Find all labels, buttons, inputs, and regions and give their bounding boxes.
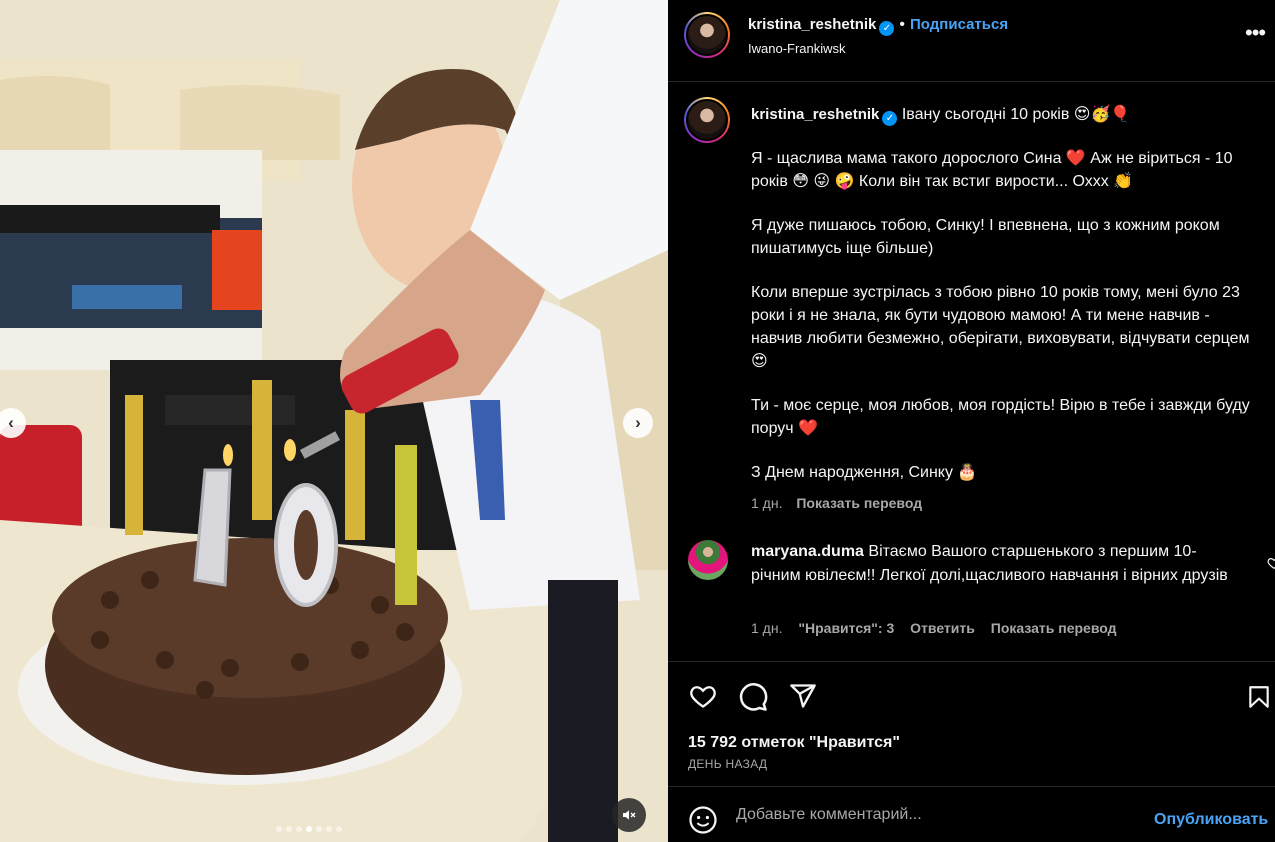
carousel-dot xyxy=(326,826,332,832)
share-icon[interactable] xyxy=(788,682,818,710)
mute-button[interactable] xyxy=(612,798,646,832)
post-header: kristina_reshetnik ✓ • Подписаться Iwano-Fr… xyxy=(668,0,1275,82)
heart-icon[interactable] xyxy=(688,682,718,710)
avatar[interactable] xyxy=(684,12,730,58)
carousel-dot xyxy=(336,826,342,832)
comment-meta: 1 дн. "Нравится": 3 Ответить Показать пе… xyxy=(751,620,1129,636)
comment-likes-count[interactable]: "Нравится": 3 xyxy=(798,620,894,636)
carousel-dot xyxy=(306,826,312,832)
bookmark-icon[interactable] xyxy=(1246,682,1272,712)
comments-scroll-area[interactable]: kristina_reshetnik ✓ Івану сьогодні 10 ро… xyxy=(668,83,1275,661)
comment-time[interactable]: 1 дн. xyxy=(751,620,782,636)
carousel-dots xyxy=(276,826,342,832)
caption-meta: 1 дн. Показать перевод xyxy=(751,492,1251,515)
caption: kristina_reshetnik ✓ Івану сьогодні 10 ро… xyxy=(751,103,1251,515)
post-media[interactable]: ‹ › xyxy=(0,0,668,842)
comment-input[interactable] xyxy=(736,799,1136,831)
likes-count[interactable]: 15 792 отметок "Нравится" xyxy=(688,734,900,752)
post-date[interactable]: ДЕНЬ НАЗАД xyxy=(688,757,767,771)
caption-paragraph: Коли вперше зустрілась з тобою рівно 10 … xyxy=(751,284,1250,370)
post-actions: 15 792 отметок "Нравится" ДЕНЬ НАЗАД xyxy=(668,661,1275,786)
carousel-dot xyxy=(316,826,322,832)
caption-paragraph: З Днем народження, Синку 🎂 xyxy=(751,464,978,481)
caption-paragraph: Я дуже пишаюсь тобою, Синку! І впевнена,… xyxy=(751,217,1220,257)
location-link[interactable]: Iwano-Frankiwsk xyxy=(748,41,846,56)
carousel-dot xyxy=(276,826,282,832)
speaker-muted-icon xyxy=(623,810,636,820)
comment-body: maryana.duma Вітаємо Вашого старшенького… xyxy=(751,540,1241,588)
follow-button[interactable]: Подписаться xyxy=(910,16,1008,33)
caption-avatar[interactable] xyxy=(684,97,730,143)
comment-username[interactable]: maryana.duma xyxy=(751,543,864,560)
next-slide-button[interactable]: › xyxy=(623,408,653,438)
caption-paragraph: Ти - моє серце, моя любов, моя гордість!… xyxy=(751,397,1250,437)
comment-avatar[interactable] xyxy=(688,540,728,580)
separator: • xyxy=(899,16,906,33)
emoji-icon[interactable] xyxy=(688,805,718,835)
carousel-dot xyxy=(286,826,292,832)
caption-headline: Івану сьогодні 10 років 😍🥳🎈 xyxy=(901,106,1131,123)
add-comment-bar: Опубликовать xyxy=(668,786,1275,842)
caption-first-line: kristina_reshetnik ✓ Івану сьогодні 10 ро… xyxy=(751,103,1251,126)
carousel-dot xyxy=(296,826,302,832)
publish-button[interactable]: Опубликовать xyxy=(1154,811,1268,829)
comment-icon[interactable] xyxy=(738,682,768,712)
verified-badge-icon: ✓ xyxy=(879,21,895,36)
chevron-right-icon: › xyxy=(635,413,641,432)
caption-time[interactable]: 1 дн. xyxy=(751,495,782,511)
comment-translate-link[interactable]: Показать перевод xyxy=(991,620,1117,636)
comment-heart-icon[interactable] xyxy=(1267,556,1275,570)
caption-username[interactable]: kristina_reshetnik xyxy=(751,106,879,123)
header-user-line: kristina_reshetnik ✓ • Подписаться xyxy=(748,16,1008,36)
username-link[interactable]: kristina_reshetnik xyxy=(748,16,876,33)
verified-badge-icon: ✓ xyxy=(882,111,898,126)
caption-paragraph: Я - щаслива мама такого дорослого Сина ❤… xyxy=(751,150,1233,190)
birthday-photo xyxy=(0,0,668,842)
more-options-icon[interactable]: ••• xyxy=(1245,20,1266,46)
caption-translate-link[interactable]: Показать перевод xyxy=(796,495,922,511)
comment-reply-button[interactable]: Ответить xyxy=(910,620,975,636)
post-side-panel: kristina_reshetnik ✓ • Подписаться Iwano-Fr… xyxy=(668,0,1275,842)
chevron-left-icon: ‹ xyxy=(8,413,14,432)
